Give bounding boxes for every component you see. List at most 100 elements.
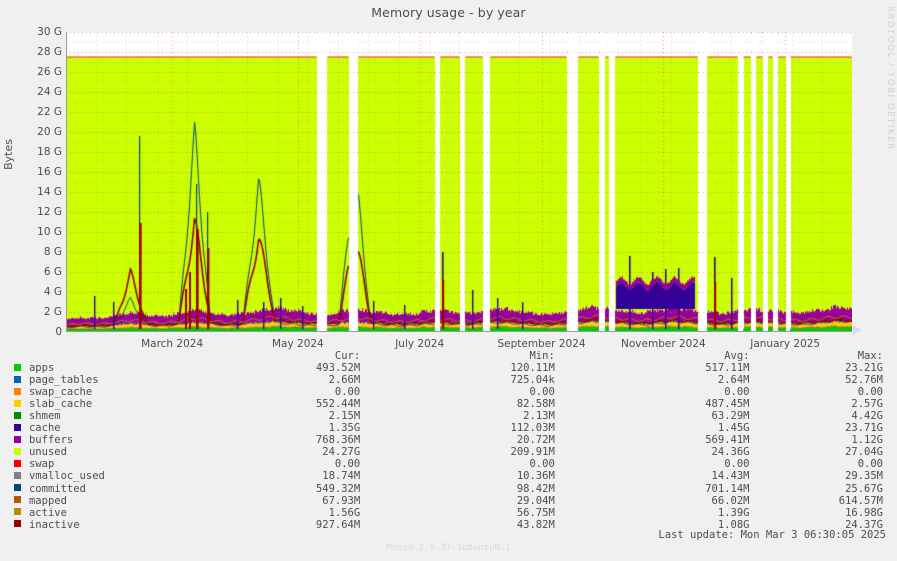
y-tick-label: 6 G xyxy=(43,266,62,278)
y-tick-label: 24 G xyxy=(37,86,62,98)
legend-value-max: 2.57G xyxy=(851,398,883,411)
x-tick-label: May 2024 xyxy=(271,338,324,350)
legend-row: unused 24.27G 209.91M 24.36G 27.04G xyxy=(14,446,894,458)
swatch-icon xyxy=(14,399,21,407)
legend-series-name: mapped xyxy=(28,494,67,507)
legend-row: page_tables 2.66M 725.04k 2.64M 52.76M xyxy=(14,374,894,386)
munin-graph-page: Memory usage - by year RRDTOOL / TOBI OE… xyxy=(0,0,897,561)
legend-color-swatch xyxy=(14,374,29,386)
legend-value-avg: 14.43M xyxy=(711,470,750,483)
legend-value-cur: 18.74M xyxy=(322,470,361,483)
swatch-icon xyxy=(14,508,21,516)
y-tick-label: 10 G xyxy=(37,226,62,238)
legend-value-max: 23.21G xyxy=(845,362,883,375)
legend-value-avg: 24.36G xyxy=(711,446,750,459)
legend-value-min: 29.04M xyxy=(516,494,555,507)
swatch-icon xyxy=(14,423,21,431)
legend-value-max: 0.00 xyxy=(857,458,883,471)
legend-value-min: 43.82M xyxy=(516,518,555,531)
legend-color-swatch xyxy=(14,519,29,531)
y-tick-label: 8 G xyxy=(43,246,62,258)
legend-series-name: buffers xyxy=(28,434,74,447)
legend-value-cur: 552.44M xyxy=(315,398,361,411)
legend-series-name: swap xyxy=(28,458,55,471)
legend-value-avg: 0.00 xyxy=(724,386,750,399)
y-tick-label: 18 G xyxy=(37,146,62,158)
chart-canvas[interactable] xyxy=(66,32,852,332)
legend-value-avg: 2.64M xyxy=(717,374,750,387)
last-update-text: Last update: Mon Mar 3 06:30:05 2025 xyxy=(658,529,886,541)
legend: Cur: Min: Avg: Max: apps 493.52M 120.11M 51… xyxy=(0,350,897,531)
legend-value-min: 82.58M xyxy=(516,398,555,411)
legend-color-swatch xyxy=(14,495,29,507)
legend-row: mapped 67.93M 29.04M 66.02M 614.57M xyxy=(14,495,894,507)
y-tick-label: 2 G xyxy=(43,306,62,318)
legend-value-cur: 24.27G xyxy=(322,446,361,459)
legend-value-avg: 0.00 xyxy=(724,458,750,471)
legend-color-swatch xyxy=(14,410,29,422)
legend-header-swatch xyxy=(14,350,29,362)
legend-table: Cur: Min: Avg: Max: apps 493.52M 120.11M 51… xyxy=(14,350,894,531)
legend-value-cur: 927.64M xyxy=(315,518,361,531)
legend-value-avg: 487.45M xyxy=(705,398,750,411)
legend-row: apps 493.52M 120.11M 517.11M 23.21G xyxy=(14,362,894,374)
legend-header-max: Max: xyxy=(857,350,883,362)
legend-value-avg: 66.02M xyxy=(711,494,750,507)
legend-value-min: 209.91M xyxy=(510,446,555,459)
legend-value-max: 29.35M xyxy=(845,470,883,483)
legend-value-max: 23.71G xyxy=(845,422,883,435)
y-tick-label: 4 G xyxy=(43,286,62,298)
legend-color-swatch xyxy=(14,483,29,495)
legend-value-min: 725.04k xyxy=(510,374,555,387)
swatch-icon xyxy=(14,471,21,479)
legend-row: swap_cache 0.00 0.00 0.00 0.00 xyxy=(14,386,894,398)
plot-area[interactable] xyxy=(66,32,852,332)
y-tick-label: 14 G xyxy=(37,186,62,198)
legend-value-max: 25.67G xyxy=(845,482,883,495)
legend-row: active 1.56G 56.75M 1.39G 16.98G xyxy=(14,507,894,519)
legend-color-swatch xyxy=(14,386,29,398)
swatch-icon xyxy=(14,459,21,467)
legend-value-min: 0.00 xyxy=(529,386,555,399)
legend-value-min: 20.72M xyxy=(516,434,555,447)
legend-value-min: 0.00 xyxy=(529,458,555,471)
y-tick-label: 0 xyxy=(55,326,62,338)
x-tick-label: March 2024 xyxy=(141,338,204,350)
legend-value-cur: 768.36M xyxy=(315,434,361,447)
legend-value-max: 52.76M xyxy=(845,374,883,387)
legend-color-swatch xyxy=(14,470,29,482)
legend-value-max: 614.57M xyxy=(838,494,883,507)
legend-row: slab_cache 552.44M 82.58M 487.45M 2.57G xyxy=(14,398,894,410)
legend-series-name: apps xyxy=(28,362,55,375)
legend-series-name: page_tables xyxy=(28,374,99,387)
legend-color-swatch xyxy=(14,422,29,434)
swatch-icon xyxy=(14,387,21,395)
legend-value-cur: 67.93M xyxy=(322,494,361,507)
legend-value-cur: 1.35G xyxy=(328,422,361,435)
legend-value-avg: 63.29M xyxy=(711,410,750,423)
swatch-icon xyxy=(14,496,21,504)
legend-value-avg: 701.14M xyxy=(705,482,750,495)
legend-value-cur: 493.52M xyxy=(315,362,361,375)
page-title: Memory usage - by year xyxy=(371,5,526,20)
legend-value-avg: 1.45G xyxy=(717,422,750,435)
legend-value-min: 2.13M xyxy=(523,410,555,423)
swatch-icon xyxy=(14,447,21,455)
legend-value-max: 27.04G xyxy=(845,446,883,459)
y-tick-label: 30 G xyxy=(37,26,62,38)
legend-value-cur: 2.66M xyxy=(328,374,361,387)
legend-series-name: slab_cache xyxy=(28,398,93,411)
x-tick-label: November 2024 xyxy=(621,338,706,350)
y-tick-label: 28 G xyxy=(37,46,62,58)
legend-value-avg: 569.41M xyxy=(705,434,750,447)
swatch-icon xyxy=(14,435,21,443)
y-tick-label: 26 G xyxy=(37,66,62,78)
x-tick-label: January 2025 xyxy=(750,338,821,350)
legend-value-avg: 517.11M xyxy=(705,362,750,375)
x-tick-label: September 2024 xyxy=(497,338,586,350)
legend-series-name: shmem xyxy=(28,410,61,423)
y-tick-label: 22 G xyxy=(37,106,62,118)
legend-value-min: 98.42M xyxy=(516,482,555,495)
legend-value-min: 120.11M xyxy=(510,362,555,375)
legend-color-swatch xyxy=(14,507,29,519)
